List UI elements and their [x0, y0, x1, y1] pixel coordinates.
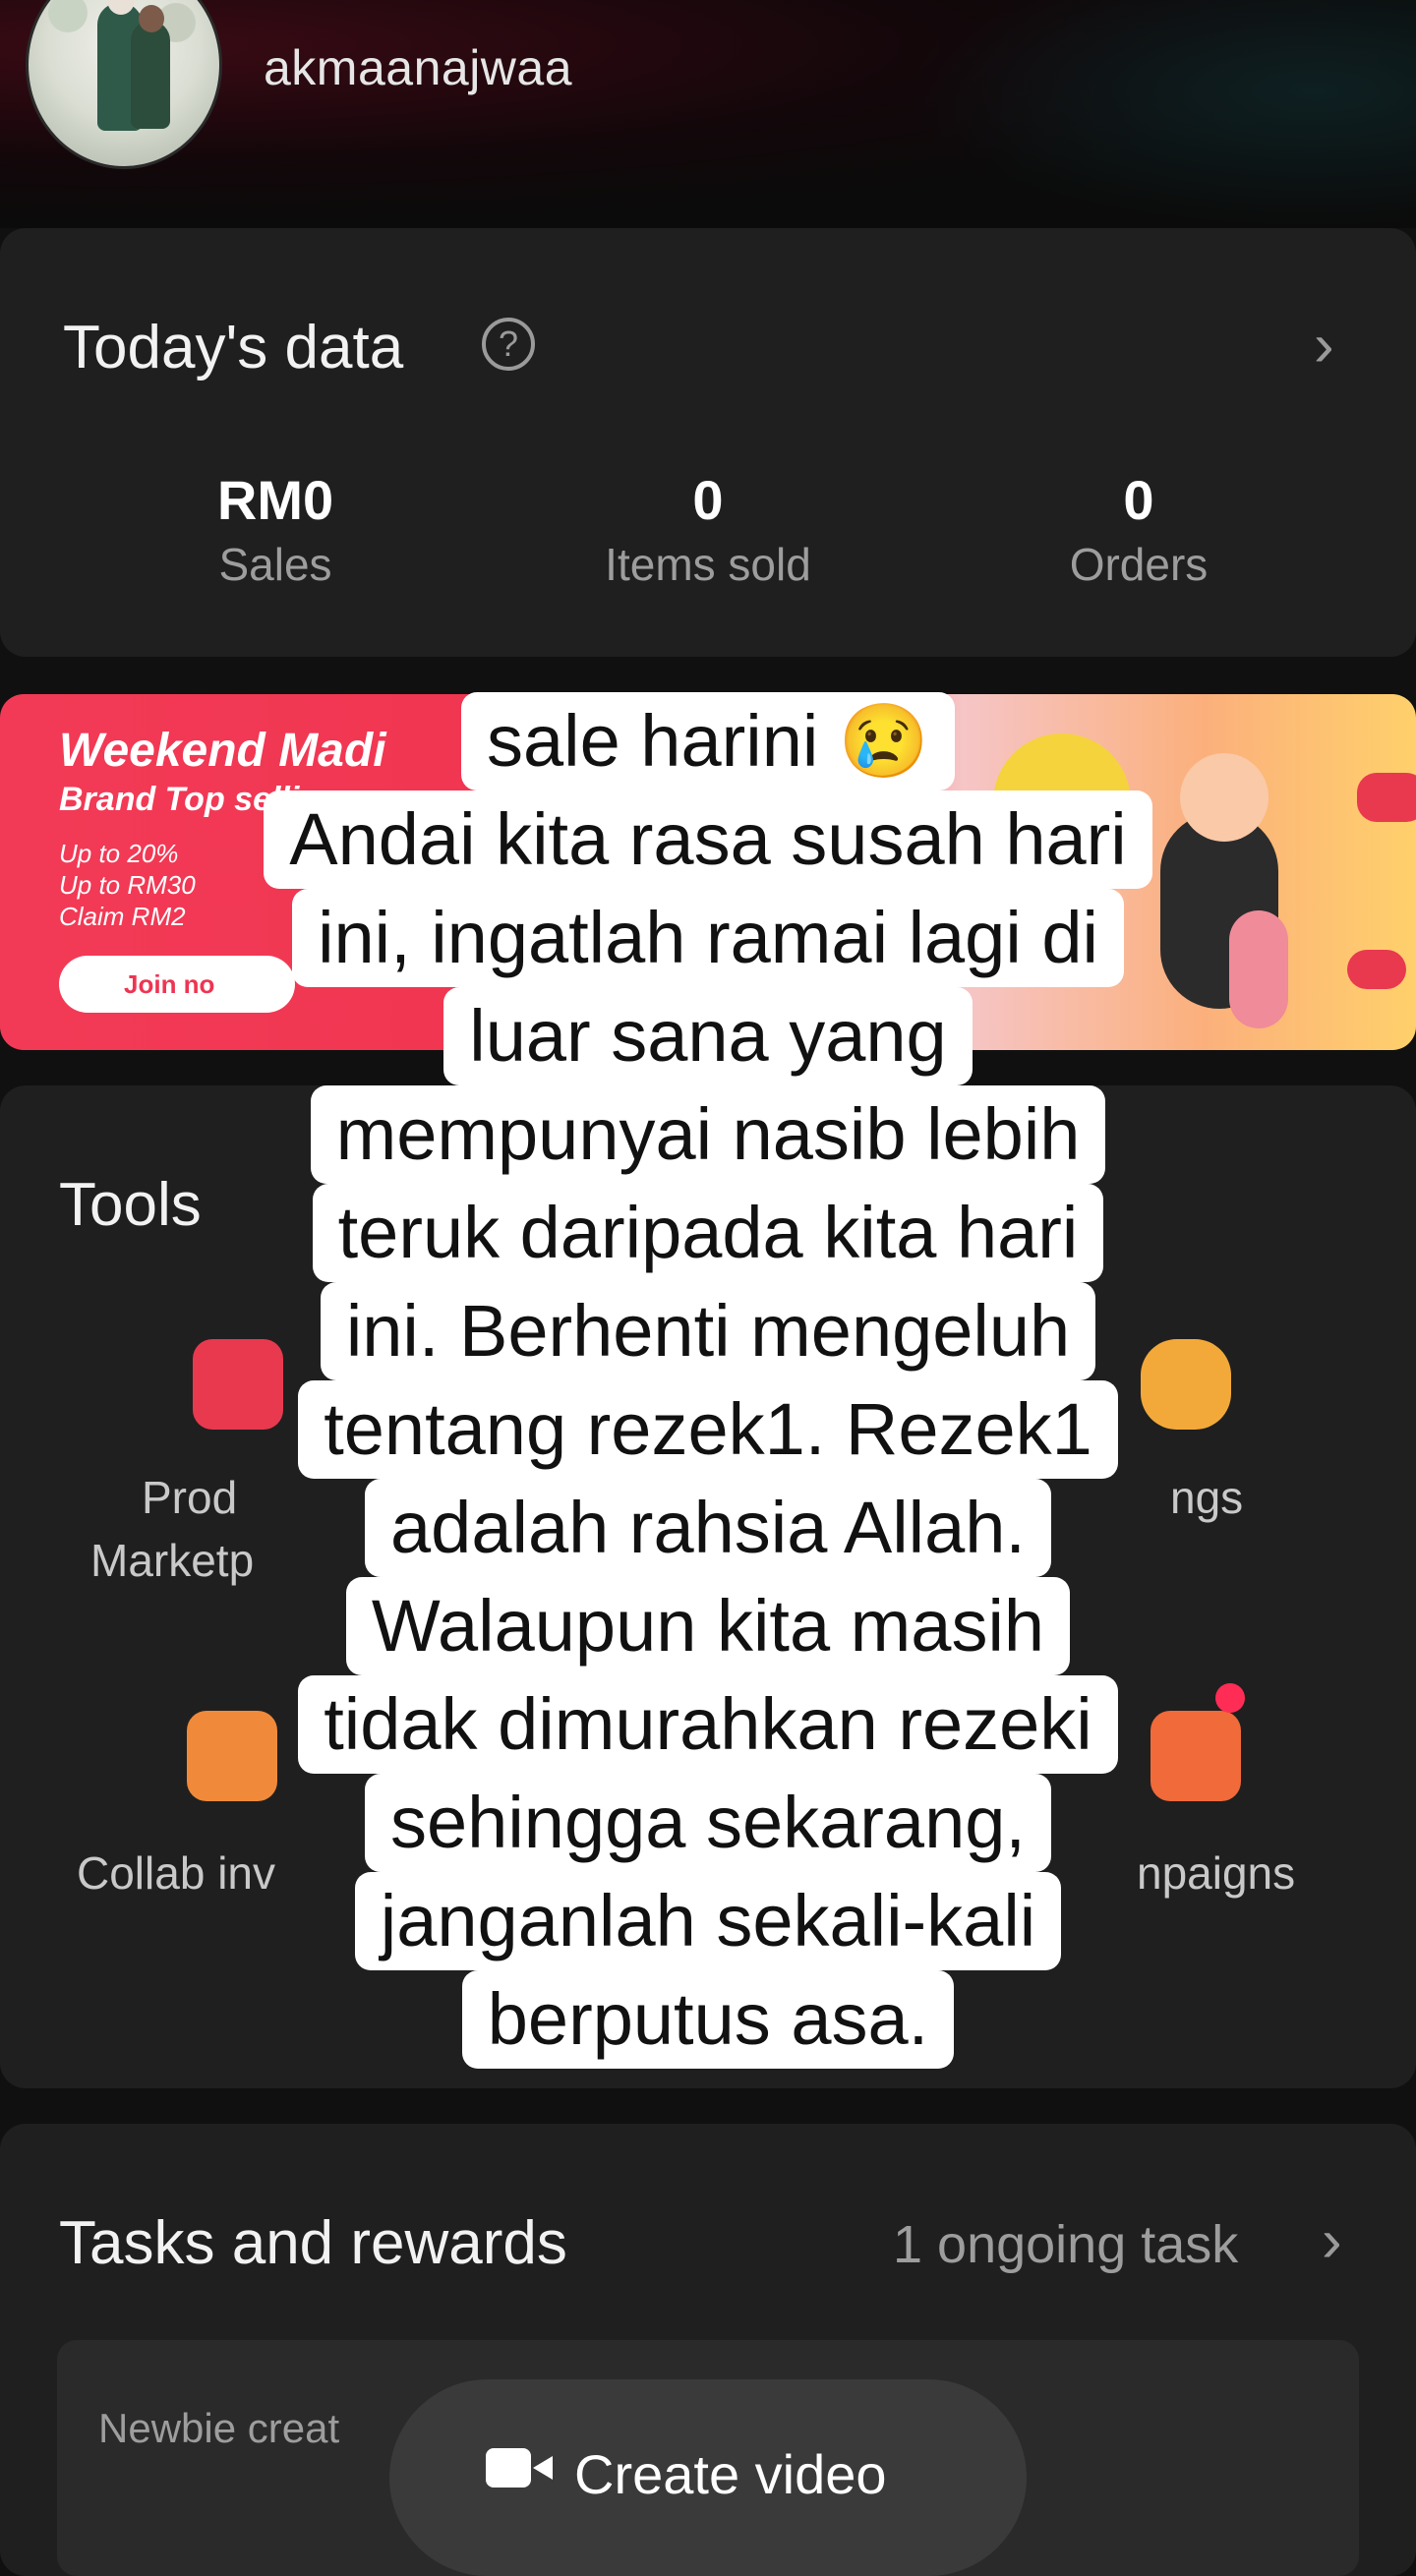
caption-text: Andai kita rasa susah hari	[264, 790, 1152, 889]
caption-text: berputus asa.	[461, 1970, 955, 2069]
caption-line: ini, ingatlah ramai lagi di	[0, 889, 1416, 987]
caption-line: Andai kita rasa susah hari	[0, 790, 1416, 889]
todays-data-card[interactable]	[0, 228, 1416, 657]
username[interactable]: akmaanajwaa	[264, 39, 572, 96]
help-icon[interactable]: ?	[482, 318, 535, 371]
caption-text: tentang rezek1. Rezek1	[298, 1380, 1118, 1479]
video-camera-icon	[486, 2448, 553, 2488]
stat-label: Items sold	[605, 539, 811, 590]
caption-text: ini, ingatlah ramai lagi di	[292, 889, 1124, 987]
caption-line: tentang rezek1. Rezek1	[0, 1380, 1416, 1479]
caption-line: ini. Berhenti mengeluh	[0, 1282, 1416, 1380]
todays-data-title: Today's data	[63, 314, 404, 381]
caption-line: Walaupun kita masih	[0, 1577, 1416, 1675]
caption-line: teruk daripada kita hari	[0, 1184, 1416, 1282]
caption-text: Walaupun kita masih	[345, 1577, 1071, 1675]
stat-value: 0	[692, 469, 724, 531]
chevron-right-icon[interactable]: ›	[1322, 2206, 1342, 2276]
caption-line: adalah rahsia Allah.	[0, 1479, 1416, 1577]
stat-items-sold: 0 Items sold	[560, 468, 856, 591]
ongoing-task-link[interactable]: 1 ongoing task	[893, 2214, 1238, 2275]
caption-line: sehingga sekarang,	[0, 1774, 1416, 1872]
caption-text: ini. Berhenti mengeluh	[320, 1282, 1096, 1380]
avatar-flowers	[48, 0, 88, 32]
create-video-label[interactable]: Create video	[574, 2442, 887, 2506]
stat-label: Orders	[1069, 539, 1209, 590]
caption-text: luar sana yang	[443, 987, 973, 1085]
caption-text: sehingga sekarang,	[365, 1774, 1051, 1872]
stat-orders: 0 Orders	[991, 468, 1286, 591]
caption-text: adalah rahsia Allah.	[365, 1479, 1051, 1577]
caption-line: tidak dimurahkan rezeki	[0, 1675, 1416, 1774]
caption-text: teruk daripada kita hari	[312, 1184, 1104, 1282]
stat-label: Sales	[218, 539, 332, 590]
caption-line: mempunyai nasib lebih	[0, 1085, 1416, 1184]
caption-text: janganlah sekali-kali	[354, 1872, 1062, 1970]
caption-line: sale harini 😢	[0, 692, 1416, 790]
caption-text: sale harini 😢	[461, 692, 955, 790]
stat-value: 0	[1123, 469, 1154, 531]
avatar-figure	[131, 5, 170, 129]
video-caption: sale harini 😢 Andai kita rasa susah hari…	[0, 692, 1416, 2069]
stat-sales: RM0 Sales	[128, 468, 423, 591]
caption-line: berputus asa.	[0, 1970, 1416, 2069]
caption-line: luar sana yang	[0, 987, 1416, 1085]
tasks-title: Tasks and rewards	[59, 2209, 567, 2277]
caption-text: tidak dimurahkan rezeki	[298, 1675, 1118, 1774]
task-label: Newbie creat	[98, 2405, 340, 2451]
caption-line: janganlah sekali-kali	[0, 1872, 1416, 1970]
stat-value: RM0	[216, 469, 334, 531]
caption-text: mempunyai nasib lebih	[310, 1085, 1106, 1184]
chevron-right-icon[interactable]: ›	[1314, 311, 1334, 381]
